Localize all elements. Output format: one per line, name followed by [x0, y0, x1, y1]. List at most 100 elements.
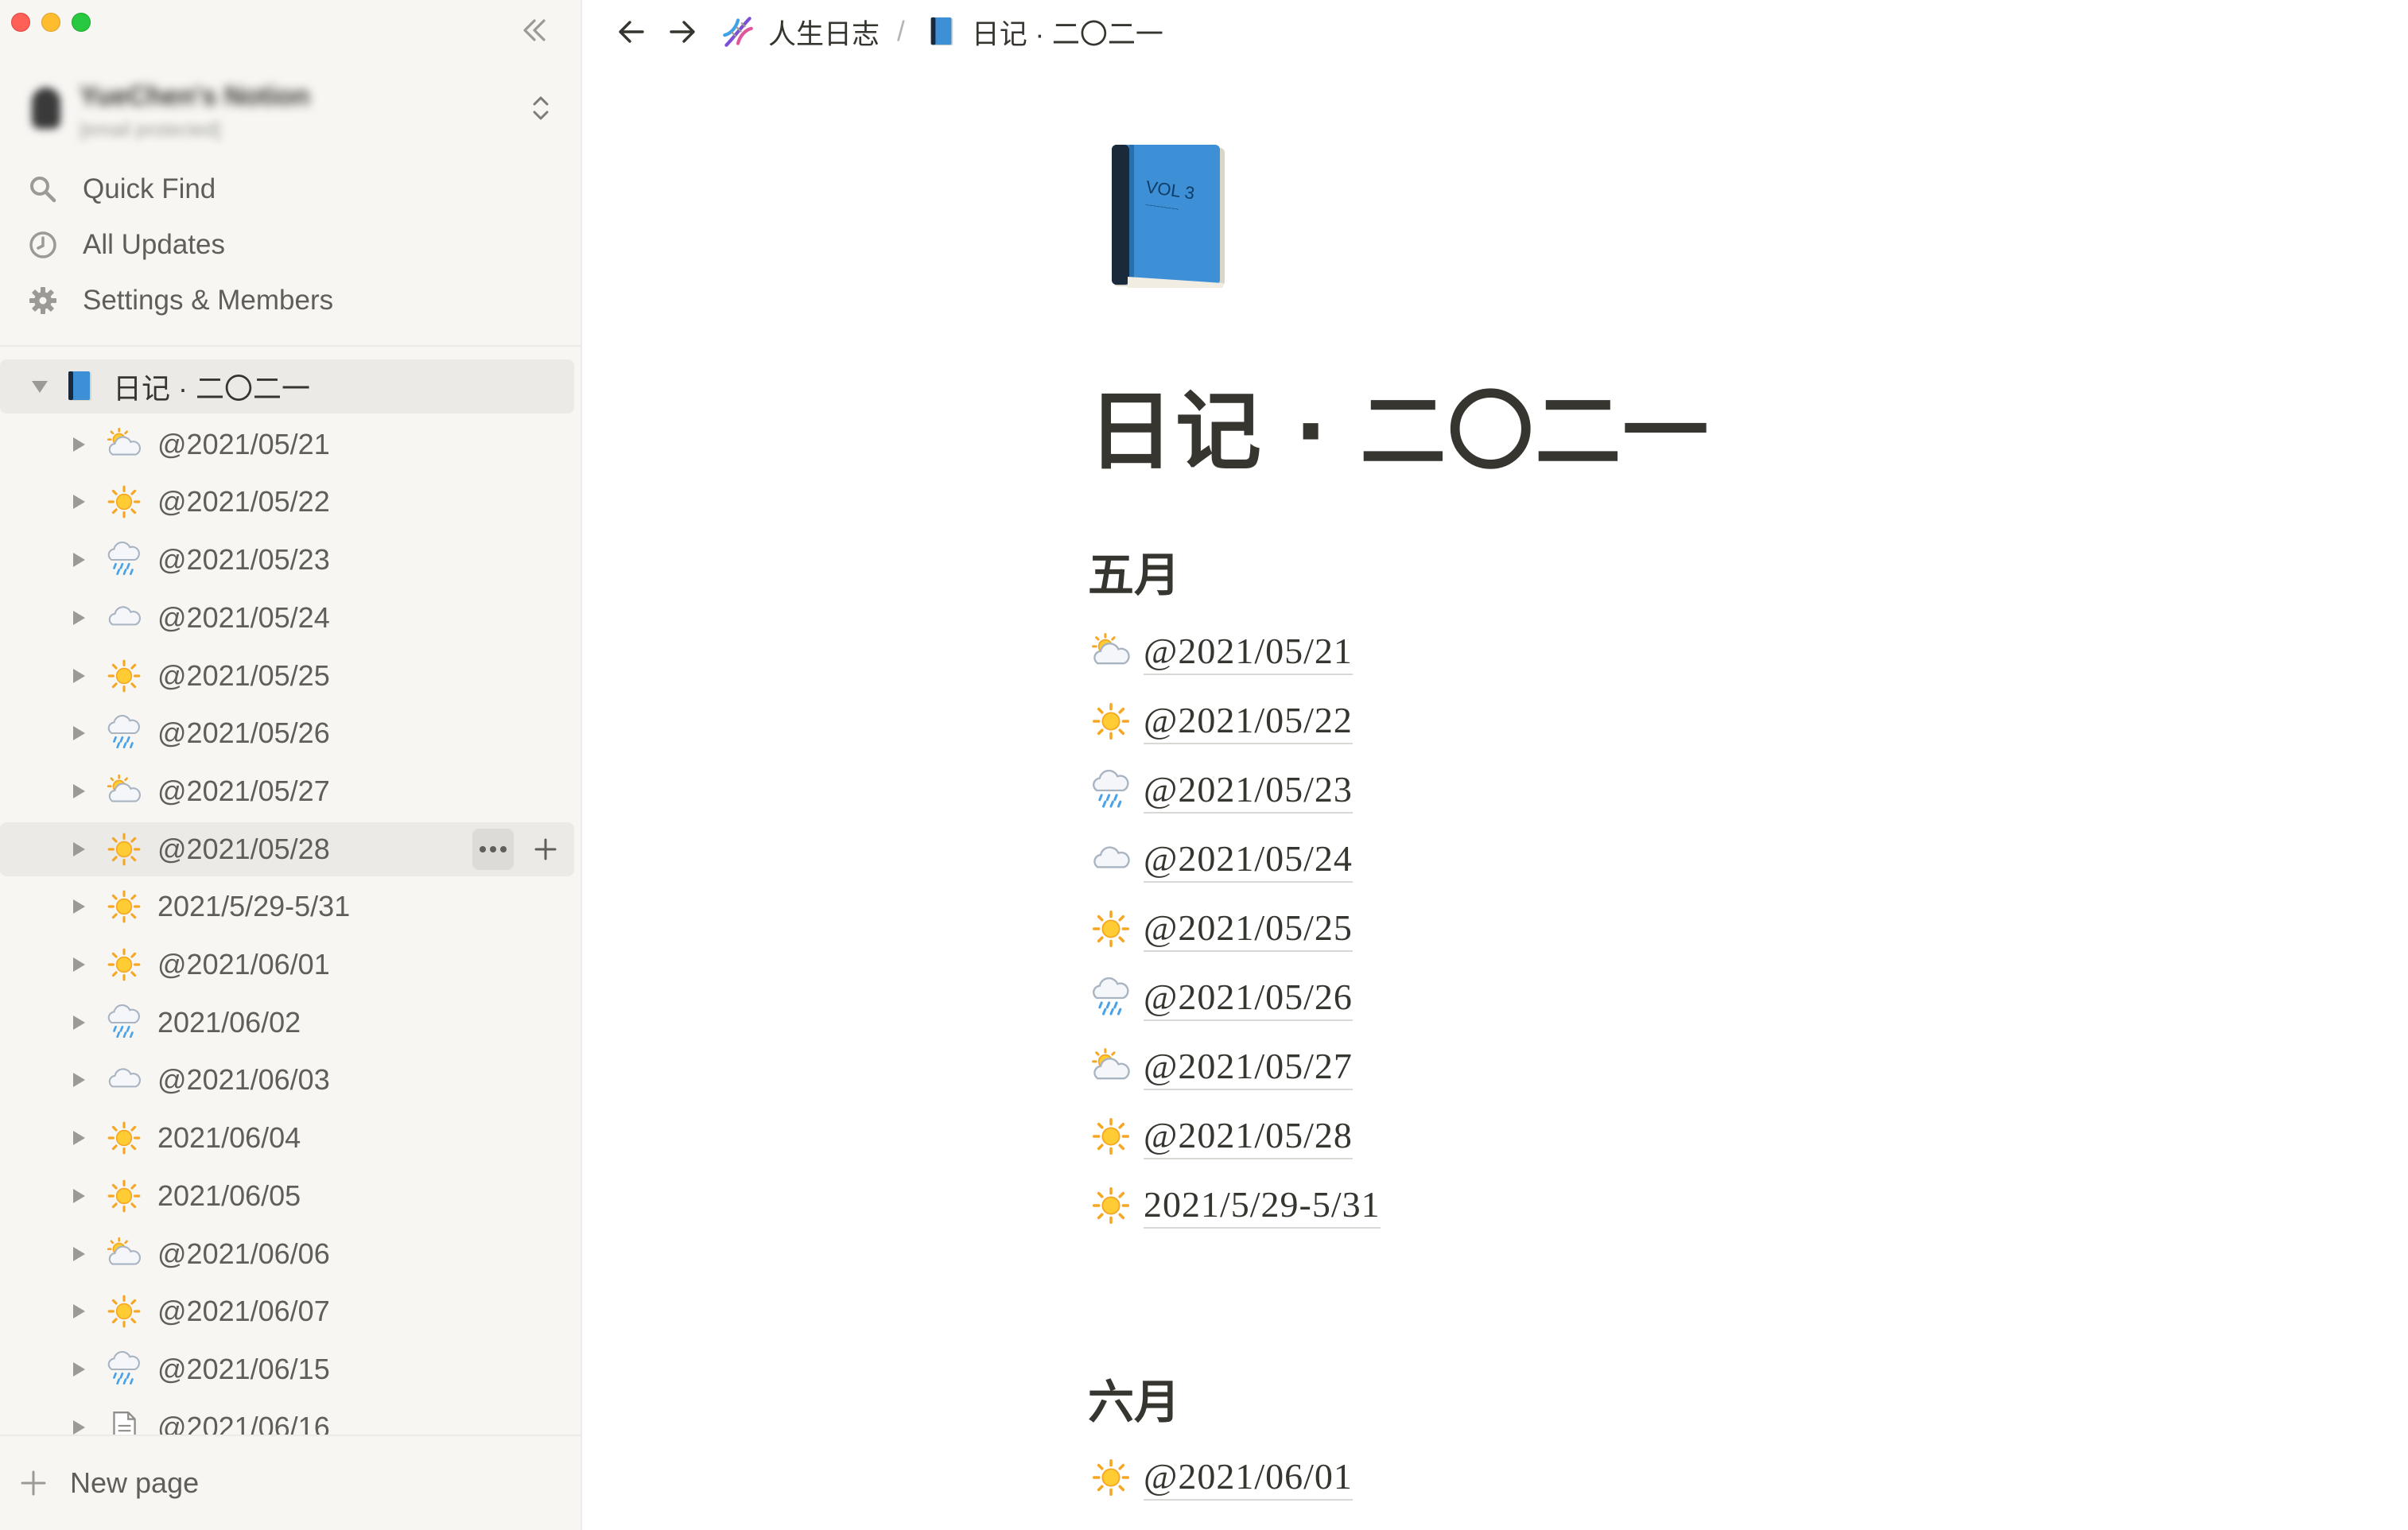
all-updates-label: All Updates [83, 229, 225, 260]
document-icon [102, 1405, 146, 1435]
window-close-button[interactable] [11, 13, 30, 32]
sidebar-item-entry[interactable]: @2021/05/27 [0, 764, 574, 818]
all-updates-button[interactable]: All Updates [11, 219, 569, 270]
sidebar-item-entry[interactable]: 2021/06/04 [0, 1111, 574, 1165]
sidebar-item-entry[interactable]: @2021/05/25 [0, 649, 574, 703]
new-page-label: New page [70, 1466, 200, 1499]
page-link-label: @2021/05/23 [1144, 768, 1353, 814]
triangle-right-icon[interactable] [60, 1410, 95, 1435]
quick-find-button[interactable]: Quick Find [11, 164, 569, 215]
sidebar-item-label: 2021/06/02 [157, 1005, 301, 1039]
blue-book-icon [922, 13, 961, 51]
triangle-right-icon[interactable] [60, 947, 95, 982]
page-link-label: @2021/05/22 [1144, 699, 1353, 744]
sun-icon [102, 942, 146, 987]
page-link[interactable]: @2021/05/25 [1088, 897, 1353, 961]
sidebar-item-entry[interactable]: @2021/06/15 [0, 1342, 574, 1396]
page-link-label: @2021/05/28 [1144, 1114, 1353, 1159]
page-link[interactable]: @2021/05/26 [1088, 966, 1353, 1030]
page-icon-blue-book[interactable]: VOL 3 ~~~~~~~~~ [1096, 137, 1231, 296]
sidebar-item-label: 2021/06/04 [157, 1121, 301, 1155]
rain-cloud-icon [1088, 767, 1134, 814]
triangle-right-icon[interactable] [60, 1237, 95, 1272]
sidebar-item-label: 2021/5/29-5/31 [157, 890, 351, 923]
sidebar-item-entry[interactable]: @2021/06/16 [0, 1400, 574, 1435]
forward-button[interactable] [660, 10, 705, 54]
sidebar-item-entry[interactable]: @2021/06/06 [0, 1227, 574, 1281]
section-heading-may: 五月 [1088, 548, 1181, 602]
ellipsis-icon [480, 845, 507, 852]
clock-icon [19, 229, 67, 261]
new-page-button[interactable]: New page [0, 1435, 581, 1530]
sun-behind-cloud-icon [102, 769, 146, 814]
triangle-right-icon[interactable] [60, 1294, 95, 1329]
sidebar-item-entry[interactable]: @2021/05/24 [0, 591, 574, 645]
triangle-right-icon[interactable] [60, 1120, 95, 1155]
sidebar-item-entry[interactable]: @2021/05/21 [0, 417, 574, 472]
page-title[interactable]: 日记 · 二〇二一 [1088, 363, 1710, 487]
sidebar-item-label: 2021/06/05 [157, 1179, 301, 1212]
page-link[interactable]: @2021/05/27 [1088, 1035, 1353, 1099]
sidebar-item-entry[interactable]: @2021/06/07 [0, 1284, 574, 1338]
sidebar-item-entry[interactable]: @2021/06/01 [0, 938, 574, 992]
window-minimize-button[interactable] [41, 13, 60, 32]
page-link[interactable]: @2021/05/22 [1088, 689, 1353, 753]
page-link[interactable]: @2021/05/24 [1088, 828, 1353, 891]
cloud-icon [102, 596, 146, 640]
triangle-right-icon[interactable] [60, 832, 95, 867]
sun-behind-cloud-icon [1088, 1044, 1134, 1090]
sidebar-item-entry[interactable]: 2021/06/02 [0, 996, 574, 1050]
page-link[interactable]: @2021/05/23 [1088, 759, 1353, 822]
page-link[interactable]: @2021/05/28 [1088, 1105, 1353, 1168]
workspace-switcher[interactable]: YueChen's Notion [email protected] [11, 70, 569, 146]
sidebar-item-entry[interactable]: @2021/05/28 [0, 821, 574, 876]
more-options-button[interactable] [472, 828, 514, 870]
sun-icon [102, 1289, 146, 1334]
sidebar-item-label: @2021/05/22 [157, 485, 330, 518]
sidebar-item-entry[interactable]: 2021/5/29-5/31 [0, 880, 574, 934]
sidebar-item-entry[interactable]: @2021/06/03 [0, 1053, 574, 1107]
triangle-down-icon[interactable] [22, 369, 57, 404]
rain-cloud-icon [102, 538, 146, 582]
sun-icon [1088, 698, 1134, 744]
rain-cloud-icon [102, 711, 146, 755]
triangle-right-icon[interactable] [60, 1179, 95, 1214]
page-link-label: @2021/05/25 [1144, 907, 1353, 952]
triangle-right-icon[interactable] [60, 889, 95, 924]
sidebar-item-entry[interactable]: 2021/06/05 [0, 1169, 574, 1223]
window-maximize-button[interactable] [72, 13, 91, 32]
sun-behind-cloud-icon [102, 422, 146, 467]
sidebar-item-diary-2021[interactable]: 日记 · 二〇二一 [0, 359, 574, 414]
page-link-label: @2021/05/24 [1144, 837, 1353, 883]
breadcrumb-item-diary-2021[interactable]: 日记 · 二〇二一 [922, 12, 1163, 52]
sidebar-item-label: @2021/05/25 [157, 658, 330, 692]
page-content: VOL 3 ~~~~~~~~~ 日记 · 二〇二一 五月 @2021/05/21… [1088, 64, 2201, 1530]
triangle-right-icon[interactable] [60, 542, 95, 577]
sidebar-item-entry[interactable]: @2021/05/22 [0, 475, 574, 529]
page-link[interactable]: @2021/05/21 [1088, 620, 1353, 684]
page-link[interactable]: 2021/5/29-5/31 [1088, 1174, 1381, 1237]
triangle-right-icon[interactable] [60, 658, 95, 693]
arrow-left-icon [619, 21, 644, 43]
sidebar-item-label: @2021/05/28 [157, 832, 330, 865]
triangle-right-icon[interactable] [60, 1352, 95, 1387]
page-link[interactable]: @2021/06/01 [1088, 1446, 1353, 1509]
triangle-right-icon[interactable] [60, 484, 95, 519]
workspace-avatar [32, 87, 60, 129]
sidebar-item-label: 日记 · 二〇二一 [113, 372, 310, 405]
sidebar-item-entry[interactable]: @2021/05/23 [0, 533, 574, 587]
triangle-right-icon[interactable] [60, 1005, 95, 1040]
triangle-right-icon[interactable] [60, 774, 95, 809]
add-subpage-button[interactable] [525, 829, 566, 870]
triangle-right-icon[interactable] [60, 427, 95, 462]
breadcrumb-item-life-log[interactable]: 人生日志 [719, 12, 880, 52]
settings-members-button[interactable]: Settings & Members [11, 275, 569, 326]
triangle-right-icon[interactable] [60, 716, 95, 751]
collapse-sidebar-button[interactable] [512, 8, 557, 52]
cloud-icon [102, 1058, 146, 1102]
sidebar-item-entry[interactable]: @2021/05/26 [0, 706, 574, 760]
triangle-right-icon[interactable] [60, 1062, 95, 1097]
triangle-right-icon[interactable] [60, 600, 95, 635]
sun-icon [102, 654, 146, 698]
back-button[interactable] [609, 10, 654, 54]
